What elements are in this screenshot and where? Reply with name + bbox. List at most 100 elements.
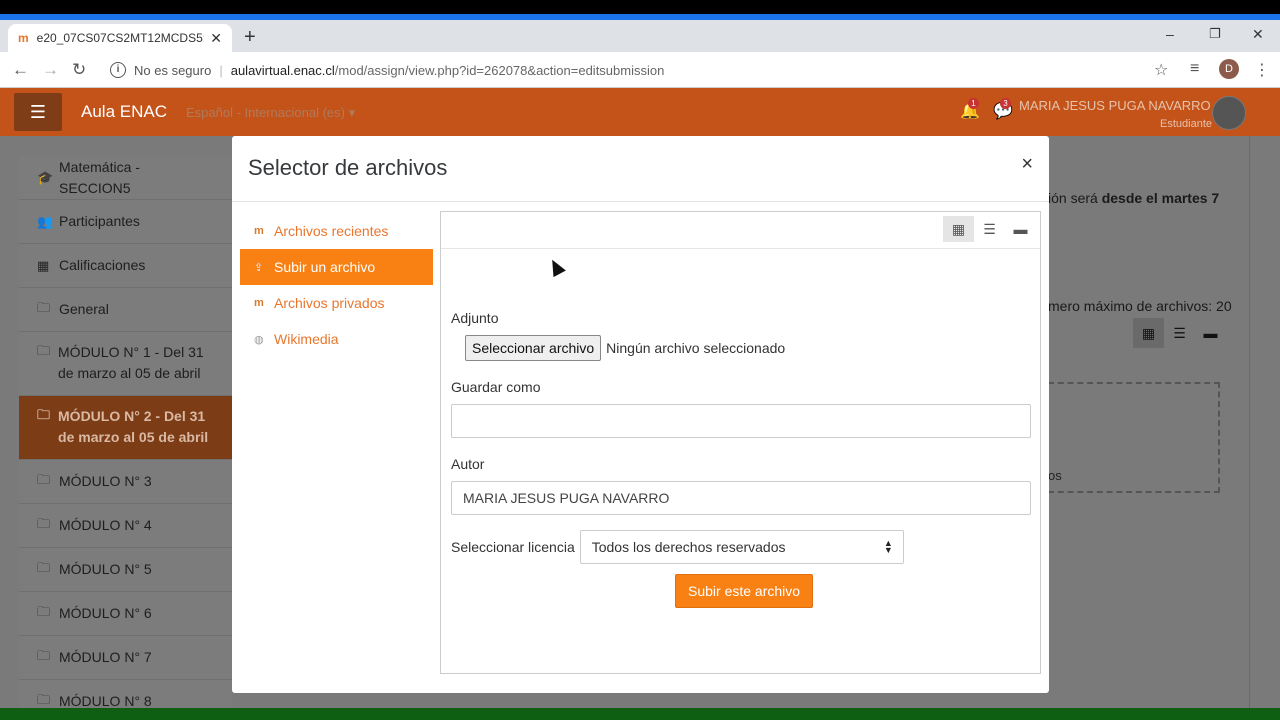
license-select[interactable]: Todos los derechos reservados ▲ ▼ (579, 530, 904, 564)
close-window-button[interactable]: ✕ (1252, 26, 1264, 43)
repository-list: m Archivos recientes ⇪ Subir un archivo mA… (240, 213, 433, 357)
file-picker-panel: ▦ ☰ ▬ Adjunto Seleccionar archivo Ningún… (440, 211, 1041, 674)
url-omnibox[interactable]: i No es seguro | aulavirtual.enac.cl/mod… (102, 56, 1182, 84)
tab-title: e20_07CS07CS2MT12MCDS5: Ev... (36, 31, 205, 45)
drawer-item-module-2[interactable]: 🗀 MÓDULO N° 2 - Del 31 de marzo al 05 de … (19, 396, 232, 460)
users-icon: 👥 (37, 213, 54, 229)
repo-private-files[interactable]: m Archivos privados (240, 285, 433, 321)
moodle-icon: m (254, 225, 264, 237)
drawer-item-grades[interactable]: ▦ Calificaciones (19, 244, 232, 288)
upload-file-button[interactable]: Subir este archivo (675, 574, 814, 608)
folder-icon: 🗀 (37, 603, 51, 619)
drawer-item-module-4[interactable]: 🗀 MÓDULO N° 4 (19, 504, 232, 548)
file-picker-dialog: Selector de archivos × m Archivos recient… (232, 136, 1049, 693)
folder-view-icon[interactable]: ▬ (1195, 318, 1226, 348)
omnibox-separator: | (219, 62, 223, 78)
license-selected-value: Todos los derechos reservados (591, 539, 786, 555)
grid-view-icon[interactable]: ▦ (943, 216, 974, 242)
file-picker-toolbar: ▦ ☰ ▬ (441, 212, 1040, 249)
repo-upload-file[interactable]: ⇪ Subir un archivo (240, 249, 433, 285)
table-icon: ▦ (37, 257, 50, 273)
submission-dates-text: ión será desde el martes 7 (1048, 190, 1220, 206)
user-role: Estudiante (1160, 118, 1212, 130)
author-input[interactable] (451, 481, 1031, 515)
file-input-row: Seleccionar archivo Ningún archivo selec… (451, 335, 1031, 361)
back-arrow-icon[interactable]: ← (12, 60, 29, 80)
repo-recent-files[interactable]: m Archivos recientes (240, 213, 433, 249)
notification-badge: 1 (968, 98, 979, 109)
folder-icon: 🗀 (37, 343, 51, 358)
folder-icon: 🗀 (37, 407, 51, 422)
site-brand[interactable]: Aula ENAC (81, 102, 167, 122)
folder-icon: 🗀 (37, 647, 51, 663)
folder-icon: 🗀 (37, 471, 51, 487)
browser-tab[interactable]: m e20_07CS07CS2MT12MCDS5: Ev... ✕ (8, 24, 232, 52)
user-avatar[interactable] (1212, 96, 1246, 130)
site-navbar: ☰ Aula ENAC Español - Internacional (es)… (0, 88, 1280, 136)
no-file-selected-text: Ningún archivo seleccionado (606, 340, 786, 356)
drop-zone-text: os (1048, 468, 1062, 483)
dialog-title: Selector de archivos (248, 155, 448, 180)
drawer-item-module-1[interactable]: 🗀 MÓDULO N° 1 - Del 31 de marzo al 05 de … (19, 332, 232, 396)
screen-top-border (0, 0, 1280, 14)
upload-icon: ⇪ (254, 261, 264, 274)
not-secure-label: No es seguro (134, 62, 212, 78)
save-as-label: Guardar como (451, 379, 541, 395)
file-drop-zone[interactable] (1048, 382, 1220, 493)
save-as-input[interactable] (451, 404, 1031, 438)
author-label: Autor (451, 456, 485, 472)
message-badge: 3 (1000, 98, 1011, 109)
folder-icon: 🗀 (37, 299, 51, 315)
select-arrows-icon: ▲ ▼ (883, 538, 893, 555)
license-row: Seleccionar licencia Todos los derechos … (451, 530, 1031, 564)
folder-view-icon[interactable]: ▬ (1005, 216, 1036, 242)
filemanager-view-buttons: ▦ ☰ ▬ (1133, 318, 1226, 348)
view-toggle-group: ▦ ☰ ▬ (943, 216, 1036, 242)
hamburger-menu-button[interactable]: ☰ (14, 93, 62, 131)
attachment-label: Adjunto (451, 310, 499, 326)
list-view-icon[interactable]: ☰ (974, 216, 1005, 242)
drawer-item-general[interactable]: 🗀 General (19, 288, 232, 332)
drawer-item-module-7[interactable]: 🗀 MÓDULO N° 7 (19, 636, 232, 680)
grid-view-icon[interactable]: ▦ (1133, 318, 1164, 348)
drawer-item-module-3[interactable]: 🗀 MÓDULO N° 3 (19, 460, 232, 504)
user-name[interactable]: MARIA JESUS PUGA NAVARRO (1019, 98, 1211, 113)
restore-button[interactable]: ❐ (1209, 26, 1221, 42)
drawer-item-module-5[interactable]: 🗀 MÓDULO N° 5 (19, 548, 232, 592)
folder-icon: 🗀 (37, 515, 51, 531)
drawer-item-course[interactable]: 🎓 Matemática - SECCION5 (19, 156, 232, 200)
graduation-cap-icon: 🎓 (37, 169, 54, 185)
browser-tab-bar: m e20_07CS07CS2MT12MCDS5: Ev... ✕ + – ❐ … (0, 14, 1280, 52)
language-selector[interactable]: Español - Internacional (es) ▾ (186, 105, 355, 121)
dialog-header: Selector de archivos × (232, 136, 1049, 202)
max-files-text: mero máximo de archivos: 20 (1048, 298, 1232, 314)
upload-form: Adjunto Seleccionar archivo Ningún archi… (451, 310, 1031, 608)
drawer-item-participants[interactable]: 👥 Participantes (19, 200, 232, 244)
url-host: aulavirtual.enac.cl (230, 62, 335, 78)
screen-bottom-border (0, 708, 1280, 720)
new-tab-button[interactable]: + (244, 26, 256, 49)
url-path: /mod/assign/view.php?id=262078&action=ed… (334, 62, 665, 78)
drawer-item-module-6[interactable]: 🗀 MÓDULO N° 6 (19, 592, 232, 636)
reload-icon[interactable]: ↻ (72, 60, 86, 80)
close-tab-icon[interactable]: ✕ (210, 30, 222, 47)
forward-arrow-icon[interactable]: → (42, 60, 59, 80)
info-icon[interactable]: i (110, 62, 126, 78)
close-icon[interactable]: × (1021, 153, 1033, 176)
upload-button-row: Subir este archivo (451, 574, 1031, 608)
repo-wikimedia[interactable]: ◍ Wikimedia (240, 321, 433, 357)
license-label: Seleccionar licencia (451, 539, 575, 555)
folder-icon: 🗀 (37, 559, 51, 575)
minimize-button[interactable]: – (1166, 26, 1174, 42)
choose-file-button[interactable]: Seleccionar archivo (465, 335, 602, 361)
bookmark-star-icon[interactable]: ☆ (1154, 60, 1168, 80)
wikimedia-icon: ◍ (254, 333, 264, 346)
nav-drawer: 🎓 Matemática - SECCION5 👥 Participantes ▦ C… (19, 156, 232, 720)
media-queue-icon[interactable]: ≡ (1190, 60, 1199, 78)
browser-address-bar: ← → ↻ i No es seguro | aulavirtual.enac.… (0, 52, 1280, 88)
list-view-icon[interactable]: ☰ (1164, 318, 1195, 348)
browser-menu-icon[interactable]: ⋮ (1254, 60, 1270, 80)
moodle-favicon-icon: m (18, 31, 29, 45)
profile-avatar[interactable]: D (1219, 59, 1239, 79)
moodle-icon: m (254, 297, 264, 309)
